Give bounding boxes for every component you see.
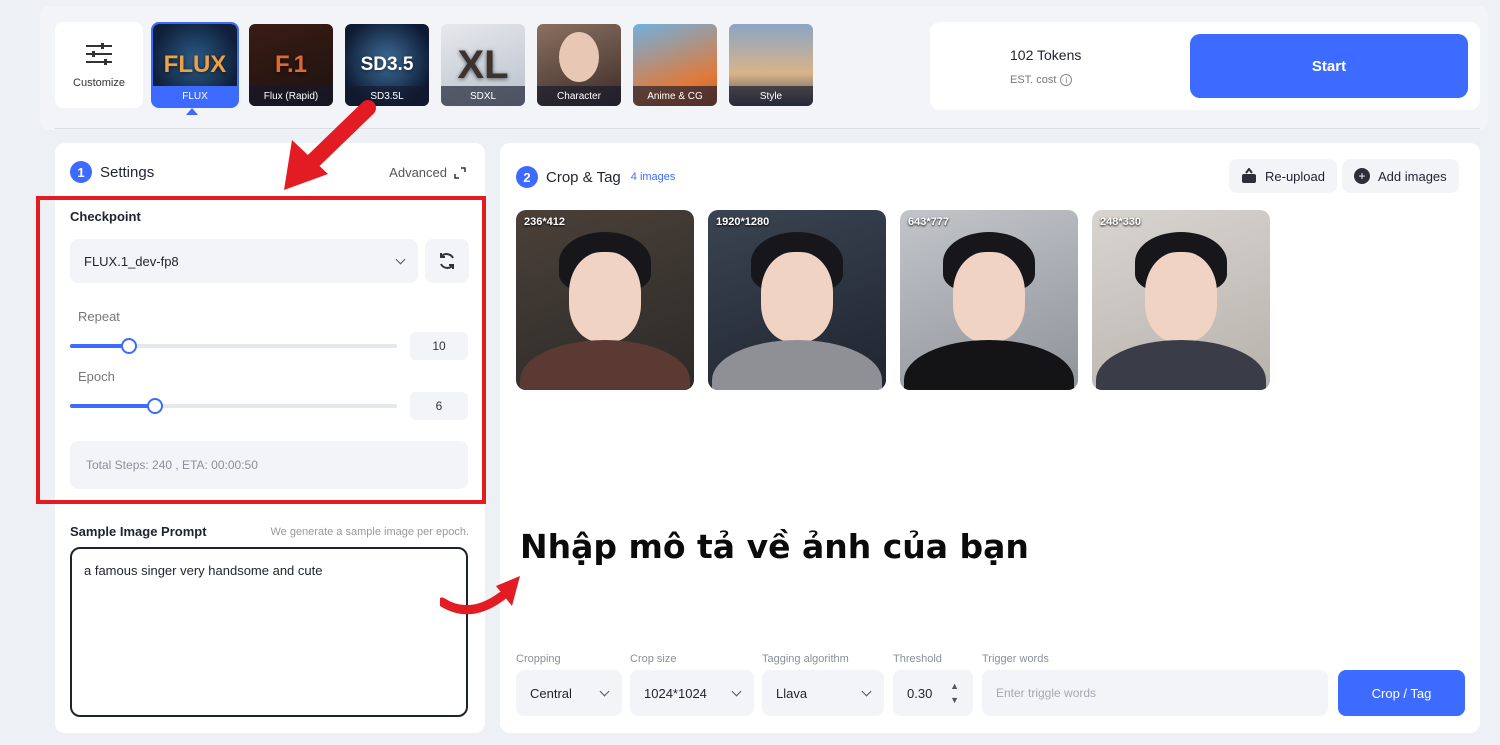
tagging-select[interactable]: Llava: [762, 670, 884, 716]
customize-button[interactable]: Customize: [55, 22, 143, 108]
reupload-label: Re-upload: [1265, 168, 1325, 184]
active-model-pointer: [186, 108, 198, 115]
image-dimensions: 643*777: [908, 216, 949, 228]
photo-face: [569, 252, 641, 342]
step-number: 1: [70, 161, 92, 183]
image-count: 4 images: [630, 171, 676, 183]
crop-tag-title: Crop & Tag: [546, 168, 621, 186]
sliders-icon: [86, 43, 112, 65]
add-images-button[interactable]: + Add images: [1342, 159, 1459, 193]
sample-prompt-input[interactable]: [70, 547, 468, 717]
model-card-flux[interactable]: FLUX FLUX: [151, 22, 239, 108]
sd35l-thumb-text: SD3.5: [360, 54, 414, 75]
cropping-value: Central: [530, 685, 572, 701]
sdxl-thumb-text: XL: [457, 42, 509, 87]
sample-prompt-label: Sample Image Prompt: [70, 524, 207, 539]
est-cost: EST. cost i: [1010, 74, 1073, 86]
cropping-select[interactable]: Central: [516, 670, 622, 716]
threshold-label: Threshold: [893, 653, 942, 665]
stepper-arrows-icon[interactable]: ▲ ▼: [950, 679, 959, 707]
image-dimensions: 1920*1280: [716, 216, 770, 228]
advanced-toggle[interactable]: Advanced: [389, 165, 467, 180]
threshold-stepper[interactable]: 0.30 ▲ ▼: [893, 670, 973, 716]
token-count: 102 Tokens: [1010, 47, 1082, 63]
advanced-label: Advanced: [389, 165, 447, 180]
start-button[interactable]: Start: [1190, 34, 1468, 98]
tagging-value: Llava: [776, 685, 808, 701]
crop-size-label: Crop size: [630, 653, 677, 665]
photo-body: [520, 340, 690, 390]
customize-label: Customize: [73, 77, 125, 89]
curved-arrow-icon: [440, 576, 520, 615]
image-dimensions: 236*412: [524, 216, 565, 228]
photo-body: [1096, 340, 1266, 390]
settings-title: Settings: [100, 163, 155, 181]
trigger-words-label: Trigger words: [982, 653, 1049, 665]
plus-icon: +: [1354, 168, 1370, 184]
model-card-style[interactable]: Style: [727, 22, 815, 108]
model-card-label: SDXL: [441, 86, 525, 106]
image-thumbnail[interactable]: 1920*1280: [708, 210, 886, 390]
step-number: 2: [516, 166, 538, 188]
info-icon[interactable]: i: [1060, 74, 1073, 86]
photo-body: [904, 340, 1074, 390]
chevron-down-icon: [599, 686, 610, 696]
photo-face: [761, 252, 833, 342]
reupload-button[interactable]: Re-upload: [1229, 159, 1337, 193]
image-thumbnail[interactable]: 643*777: [900, 210, 1078, 390]
photo-face: [1145, 252, 1217, 342]
est-cost-label: EST. cost: [1010, 74, 1057, 86]
crop-tag-panel: 2 Crop & Tag 4 images Re-upload + Add im…: [500, 143, 1480, 733]
model-card-label: FLUX: [153, 86, 237, 106]
image-dimensions: 248*330: [1100, 216, 1141, 228]
image-thumbnail[interactable]: 236*412: [516, 210, 694, 390]
flux-rapid-thumb-text: F.1: [274, 51, 307, 78]
crop-size-select[interactable]: 1024*1024: [630, 670, 754, 716]
upload-icon: [1242, 168, 1256, 183]
model-card-character[interactable]: Character: [535, 22, 623, 108]
threshold-value: 0.30: [907, 685, 933, 701]
crop-size-value: 1024*1024: [644, 685, 707, 701]
settings-header: 1 Settings: [70, 161, 154, 183]
divider: [55, 128, 1480, 129]
red-arrow-icon: [284, 100, 376, 190]
annotation-text: Nhập mô tả về ảnh của bạn: [520, 527, 1029, 566]
cost-panel: 102 Tokens EST. cost i Start: [930, 22, 1480, 110]
model-card-flux-rapid[interactable]: F.1 Flux (Rapid): [247, 22, 335, 108]
chevron-down-icon: [731, 686, 742, 696]
model-card-label: Style: [729, 86, 813, 106]
crop-tag-button[interactable]: Crop / Tag: [1338, 670, 1465, 716]
model-card-sdxl[interactable]: XL SDXL: [439, 22, 527, 108]
tagging-label: Tagging algorithm: [762, 653, 849, 665]
chevron-down-icon: [861, 686, 872, 696]
model-strip: Customize FLUX FLUX F.1 Flux (Rapid) SD3…: [55, 22, 815, 108]
model-card-anime-cg[interactable]: Anime & CG: [631, 22, 719, 108]
trigger-words-input[interactable]: [982, 670, 1328, 716]
photo-body: [712, 340, 882, 390]
model-card-label: Character: [537, 86, 621, 106]
expand-icon: [454, 166, 466, 179]
flux-thumb-text: FLUX: [163, 51, 227, 78]
highlight-frame: [36, 196, 486, 504]
crop-tag-header: 2 Crop & Tag 4 images: [516, 166, 675, 188]
photo-face: [953, 252, 1025, 342]
add-images-label: Add images: [1378, 168, 1447, 184]
model-card-label: Anime & CG: [633, 86, 717, 106]
model-card-sd35l[interactable]: SD3.5 SD3.5L: [343, 22, 431, 108]
image-thumbnail[interactable]: 248*330: [1092, 210, 1270, 390]
sample-prompt-hint: We generate a sample image per epoch.: [270, 526, 469, 538]
cropping-label: Cropping: [516, 653, 561, 665]
